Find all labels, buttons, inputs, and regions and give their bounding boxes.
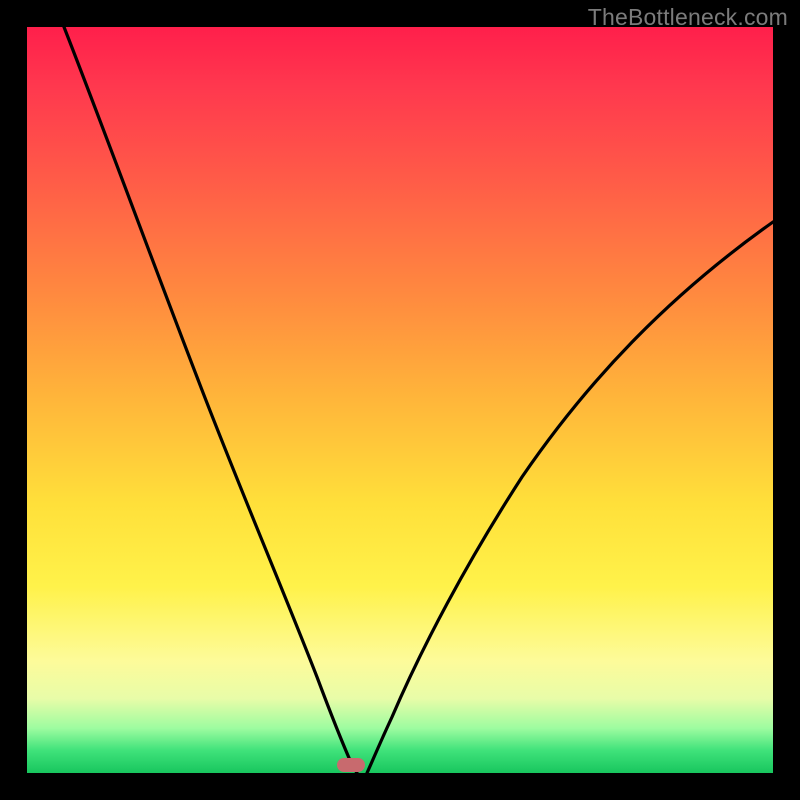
minimum-marker xyxy=(337,758,365,772)
curve-left-branch xyxy=(64,27,357,773)
bottleneck-curve xyxy=(27,27,773,773)
curve-right-branch xyxy=(367,222,773,773)
plot-area xyxy=(27,27,773,773)
chart-frame: TheBottleneck.com xyxy=(0,0,800,800)
